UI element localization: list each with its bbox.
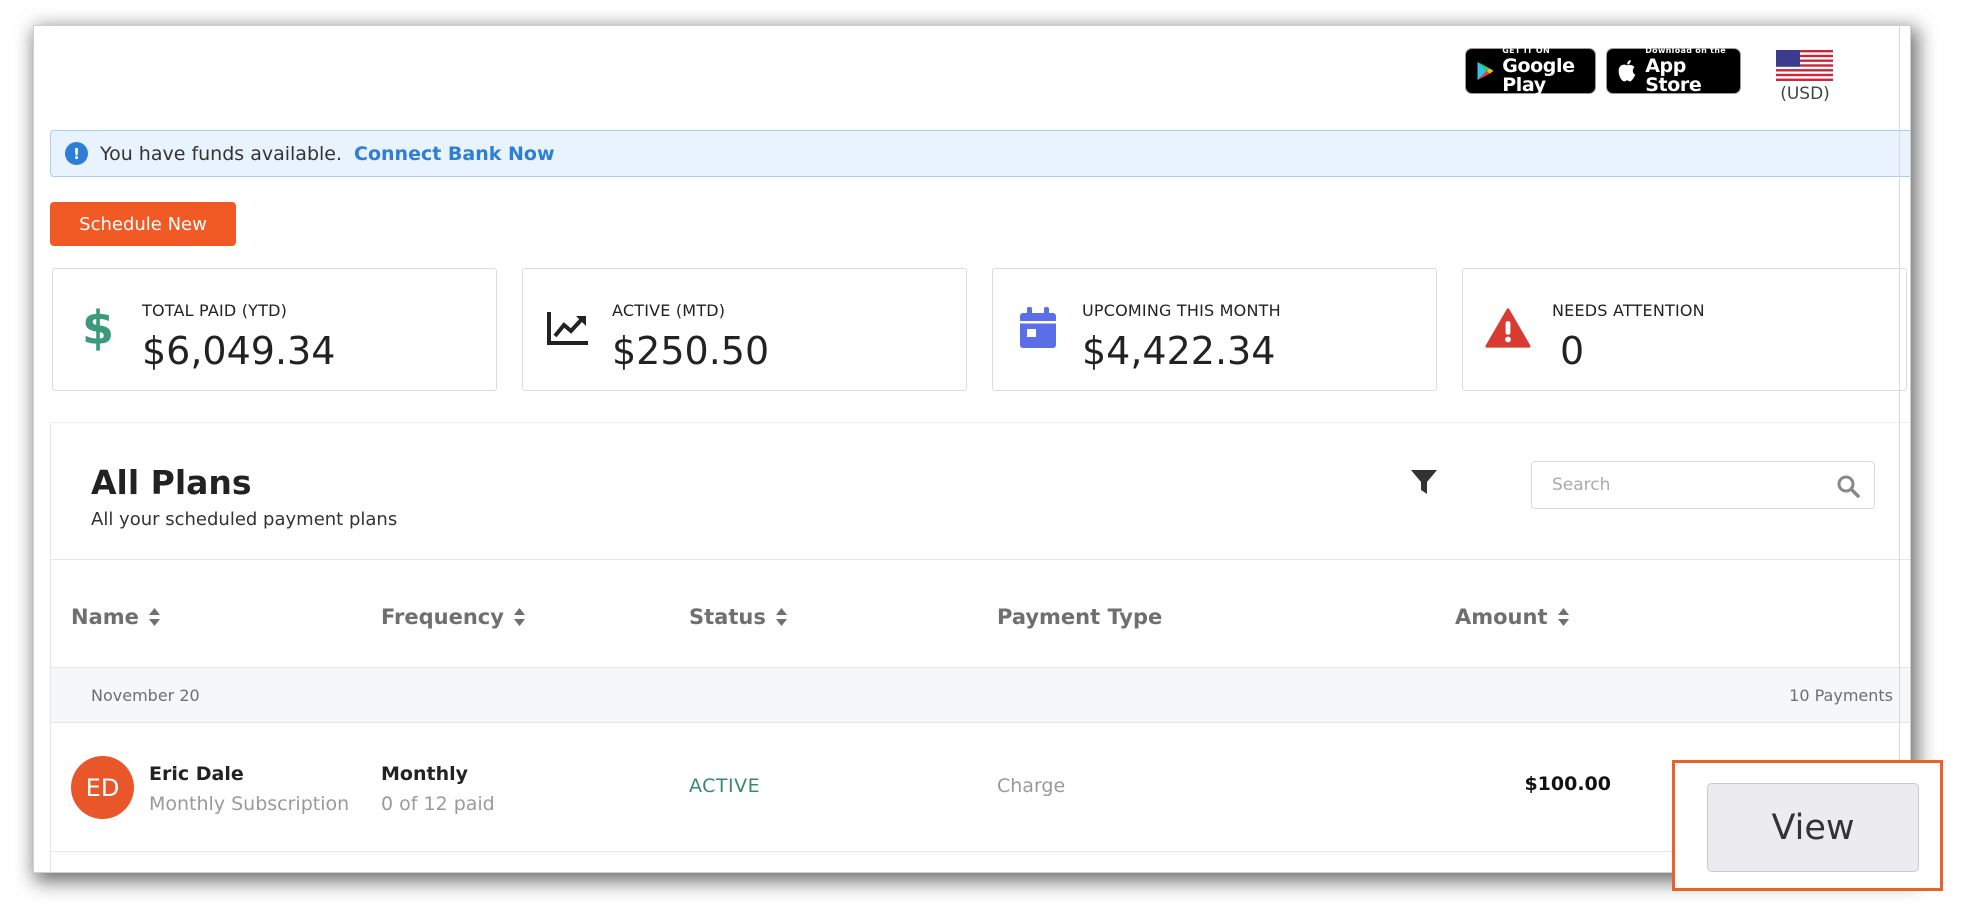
stat-card-total-paid: $ TOTAL PAID (YTD) $6,049.34: [52, 268, 497, 391]
plan-name: Monthly Subscription: [149, 793, 350, 815]
column-header-frequency[interactable]: Frequency: [381, 605, 526, 629]
sort-icon: [775, 608, 787, 626]
warning-icon: [1485, 305, 1531, 351]
stat-value: $4,422.34: [1082, 329, 1276, 373]
currency-label: (USD): [1780, 84, 1830, 104]
trend-up-icon: [545, 305, 591, 351]
group-date: November 20: [91, 686, 200, 705]
alert-message: You have funds available.: [100, 142, 343, 165]
plans-panel: All Plans All your scheduled payment pla…: [50, 422, 1910, 872]
search-icon[interactable]: [1836, 474, 1860, 498]
us-flag-icon[interactable]: [1776, 50, 1833, 81]
column-header-amount[interactable]: Amount: [1455, 605, 1570, 629]
sort-icon: [148, 608, 160, 626]
dollar-icon: $: [81, 301, 114, 355]
sort-icon: [513, 608, 525, 626]
stat-value: $250.50: [612, 329, 770, 373]
avatar: ED: [71, 756, 134, 819]
panel-subtitle: All your scheduled payment plans: [91, 509, 398, 530]
search-input[interactable]: [1532, 462, 1822, 508]
column-header-status[interactable]: Status: [689, 605, 788, 629]
divider: [1899, 26, 1900, 872]
apple-icon: [1618, 59, 1636, 82]
amount-value: $100.00: [1524, 773, 1611, 795]
calendar-icon: [1015, 305, 1061, 351]
divider: [51, 851, 1910, 852]
google-play-big: Google Play: [1502, 55, 1575, 96]
stat-card-upcoming: UPCOMING THIS MONTH $4,422.34: [992, 268, 1437, 391]
column-header-payment-type: Payment Type: [997, 605, 1162, 629]
payment-progress: 0 of 12 paid: [381, 793, 495, 815]
search-box[interactable]: [1531, 461, 1875, 509]
stat-value: 0: [1560, 329, 1585, 373]
connect-bank-link[interactable]: Connect Bank Now: [354, 143, 554, 165]
column-header-name[interactable]: Name: [71, 605, 161, 629]
status-badge: ACTIVE: [689, 775, 761, 797]
google-play-badge[interactable]: GET IT ON Google Play: [1465, 46, 1596, 96]
customer-name[interactable]: Eric Dale: [149, 763, 244, 785]
app-window: GET IT ON Google Play Download on the Ap…: [34, 26, 1910, 872]
column-header-label: Frequency: [381, 605, 504, 629]
stat-value: $6,049.34: [142, 329, 336, 373]
app-store-big: App Store: [1645, 55, 1702, 96]
info-icon: !: [65, 142, 88, 165]
stat-label: UPCOMING THIS MONTH: [1082, 301, 1281, 320]
stat-label: NEEDS ATTENTION: [1552, 301, 1705, 320]
google-play-small: GET IT ON: [1502, 46, 1550, 55]
payment-type-value: Charge: [997, 775, 1066, 797]
schedule-new-button[interactable]: Schedule New: [50, 202, 236, 246]
view-button-highlight: View: [1672, 760, 1943, 891]
filter-icon[interactable]: [1409, 467, 1439, 497]
panel-title: All Plans: [91, 463, 252, 502]
divider: [51, 559, 1910, 560]
frequency-value: Monthly: [381, 763, 468, 785]
app-store-small: Download on the: [1645, 46, 1727, 55]
group-count: 10 Payments: [1789, 686, 1893, 705]
stat-card-attention: NEEDS ATTENTION 0: [1462, 268, 1907, 391]
column-header-label: Amount: [1455, 605, 1548, 629]
funds-alert: ! You have funds available. Connect Bank…: [50, 130, 1910, 177]
column-header-label: Name: [71, 605, 139, 629]
app-store-badge[interactable]: Download on the App Store: [1606, 46, 1741, 96]
stat-card-active: ACTIVE (MTD) $250.50: [522, 268, 967, 391]
sort-icon: [1557, 608, 1569, 626]
stat-label: ACTIVE (MTD): [612, 301, 726, 320]
column-header-label: Status: [689, 605, 766, 629]
column-header-label: Payment Type: [997, 605, 1163, 629]
stat-label: TOTAL PAID (YTD): [142, 301, 288, 320]
google-play-icon: [1477, 61, 1494, 81]
view-button[interactable]: View: [1707, 783, 1919, 872]
date-group-row: November 20 10 Payments: [51, 667, 1910, 723]
